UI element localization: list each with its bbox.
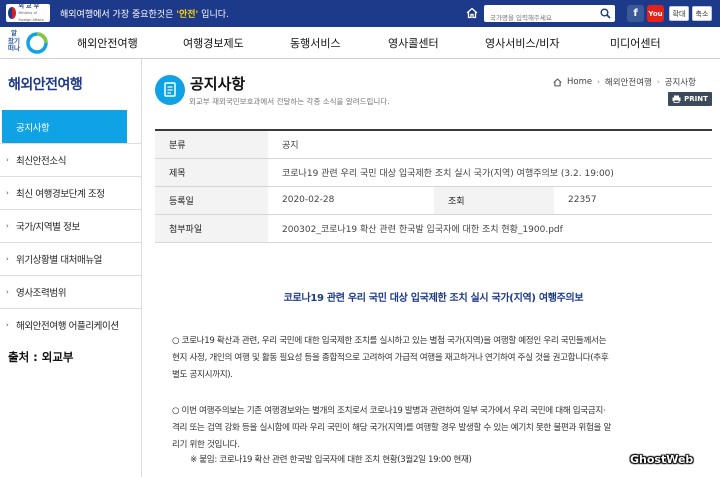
sidebar-item-label: 공지사항 [16, 122, 50, 134]
sidebar-item-alert-level-change[interactable]: › 최신 여행경보단계 조정 [0, 176, 142, 209]
nav-media-center[interactable]: 미디어센터 [610, 35, 661, 51]
sidebar-item-label: 영사조력범위 [16, 288, 67, 299]
chevron-right-icon: › [6, 321, 9, 329]
youtube-label: You [648, 9, 663, 18]
chevron-right-icon: › [6, 156, 9, 164]
paragraph-line: ○ 이번 여행주의보는 기존 여행경보와는 별개의 조치로서 코로나19 발병과… [172, 406, 606, 416]
chevron-right-icon: › [6, 189, 9, 197]
print-label: PRINT [684, 95, 708, 103]
sidebar-item-country-info[interactable]: › 국가/지역별 정보 [0, 209, 142, 242]
site-logo[interactable]: 알 찼기 떠나 [6, 29, 56, 58]
sidebar-item-label: 최신 여행경보단계 조정 [16, 189, 105, 200]
facebook-icon[interactable]: f [627, 5, 644, 22]
page-title: 공지사항 [190, 75, 246, 93]
nav-travel-alert-system[interactable]: 여행경보제도 [183, 35, 244, 51]
attachment-link[interactable]: 200302_코로나19 확산 관련 한국발 입국자에 대한 조치 현황_190… [268, 214, 712, 243]
sidebar-item-label: 위기상황별 대처매뉴얼 [16, 255, 103, 266]
zoom-in-button[interactable]: 확대 [669, 6, 689, 21]
breadcrumb: Home › 해외안전여행 › 공지사항 [553, 76, 696, 88]
printer-icon [672, 95, 681, 103]
notice-text-before: 해외여행에서 가장 중요한것은 [60, 10, 177, 20]
paragraph-line: 현지 사정, 개인의 여행 및 활동 필요성 등을 종합적으로 고려하여 가급적… [172, 353, 609, 363]
safety-notice: 해외여행에서 가장 중요한것은 '안전' 입니다. [60, 7, 229, 20]
table-row: 첨부파일 200302_코로나19 확산 관련 한국발 입국자에 대한 조치 현… [155, 214, 712, 243]
article-title: 코로나19 관련 우리 국민 대상 입국제한 조치 실시 국가(지역) 여행주의… [283, 293, 584, 304]
nav-overseas-safe-travel[interactable]: 해외안전여행 [77, 35, 138, 51]
logo-circle-icon [26, 32, 48, 54]
breadcrumb-current: 공지사항 [664, 78, 696, 88]
subject-value: 코로나19 관련 우리 국민 대상 입국제한 조치 실시 국가(지역) 여행주의… [268, 158, 712, 187]
paragraph-line: ○ 코로나19 확산과 관련, 우리 국민에 대한 입국제한 조치를 실시하고 … [172, 336, 607, 346]
breadcrumb-section[interactable]: 해외안전여행 [605, 76, 652, 88]
country-search-box [484, 5, 615, 27]
home-icon[interactable] [553, 77, 562, 87]
views-value: 22357 [554, 186, 712, 215]
sidebar-item-label: 국가/지역별 정보 [16, 222, 80, 233]
sidebar-title: 해외안전여행 [8, 77, 83, 93]
sidebar-item-latest-safety-news[interactable]: › 최신안전소식 [0, 143, 142, 176]
mofa-logo-text: 외 교 부 [18, 2, 40, 10]
notice-info-table: 분류 공지 제목 코로나19 관련 우리 국민 대상 입국제한 조치 실시 국가… [155, 129, 712, 243]
notice-board-icon [155, 75, 185, 105]
attachment-note: ※ 붙임: 코로나19 확산 관련 한국발 입국자에 대한 조치 현황(3월2일… [190, 455, 472, 465]
paragraph-line: 리기 위한 것입니다. [172, 440, 240, 450]
breadcrumb-home[interactable]: Home [567, 77, 592, 87]
table-row: 제목 코로나19 관련 우리 국민 대상 입국제한 조치 실시 국가(지역) 여… [155, 158, 712, 187]
sidebar: 해외안전여행 공지사항 › 최신안전소식 › 최신 여행경보단계 조정 › 국가/지역… [0, 59, 142, 477]
date-value: 2020-02-28 [268, 186, 434, 215]
category-value: 공지 [268, 130, 712, 159]
country-search-input[interactable] [484, 9, 594, 27]
source-caption: 출처 : 외교부 [8, 350, 74, 364]
attachment-label: 첨부파일 [155, 214, 268, 243]
mofa-logo[interactable]: 외 교 부 Ministry of Foreign Affairs [6, 2, 50, 22]
paragraph-line: 격리 또는 검역 강화 등을 실시함에 따라 우리 국민이 해당 국가(지역)를… [172, 423, 612, 433]
chevron-right-icon: › [597, 78, 600, 86]
nav-consular-visa[interactable]: 영사서비스/비자 [485, 35, 560, 51]
mofa-logo-subtext: Ministry of Foreign Affairs [18, 10, 44, 22]
zoom-out-button[interactable]: 축소 [692, 6, 712, 21]
sidebar-item-safe-travel-app[interactable]: › 해외안전여행 어플리케이션 [0, 308, 142, 341]
sidebar-item-label: 해외안전여행 어플리케이션 [16, 321, 119, 332]
category-label: 분류 [155, 130, 268, 159]
main-nav: 알 찼기 떠나 해외안전여행 여행경보제도 동행서비스 영사콜센터 영사서비스/비자… [0, 27, 720, 59]
chevron-right-icon: › [656, 78, 660, 86]
subject-label: 제목 [155, 158, 268, 187]
views-label: 조회 [434, 186, 554, 215]
sidebar-item-consular-assistance[interactable]: › 영사조력범위 [0, 275, 142, 308]
sidebar-item-notice[interactable]: 공지사항 [2, 110, 127, 143]
page-description: 외교부 재외국민보호과에서 전달하는 각종 소식을 알려드립니다. [189, 97, 390, 106]
nav-companion-service[interactable]: 동행서비스 [290, 35, 341, 51]
youtube-icon[interactable]: You [647, 5, 664, 22]
taegeuk-emblem-icon [8, 7, 17, 19]
chevron-right-icon: › [6, 255, 9, 263]
print-button[interactable]: PRINT [668, 92, 712, 106]
watermark: GhostWeb [630, 453, 694, 466]
notice-text-after: 입니다. [198, 10, 229, 20]
sidebar-item-crisis-manual[interactable]: › 위기상황별 대처매뉴얼 [0, 242, 142, 275]
chevron-right-icon: › [6, 222, 9, 230]
date-label: 등록일 [155, 186, 268, 215]
site-logo-text: 알 찼기 떠나 [8, 29, 20, 52]
sidebar-item-label: 최신안전소식 [16, 156, 67, 167]
article-paragraph-1: ○ 코로나19 확산과 관련, 우리 국민에 대한 입국제한 조치를 실시하고 … [172, 333, 707, 384]
nav-consular-call-center[interactable]: 영사콜센터 [388, 35, 439, 51]
notice-highlight: '안전' [176, 10, 199, 20]
table-row: 등록일 2020-02-28 조회 22357 [155, 186, 712, 215]
search-icon[interactable] [600, 8, 611, 19]
table-row: 분류 공지 [155, 130, 712, 159]
chevron-right-icon: › [6, 288, 9, 296]
paragraph-line: 별도 공지시까지). [172, 370, 233, 380]
article-paragraph-2: ○ 이번 여행주의보는 기존 여행경보와는 별개의 조치로서 코로나19 발병과… [172, 403, 707, 454]
top-bar: 외 교 부 Ministry of Foreign Affairs 해외여행에서 … [0, 0, 720, 27]
home-icon[interactable] [466, 7, 478, 19]
